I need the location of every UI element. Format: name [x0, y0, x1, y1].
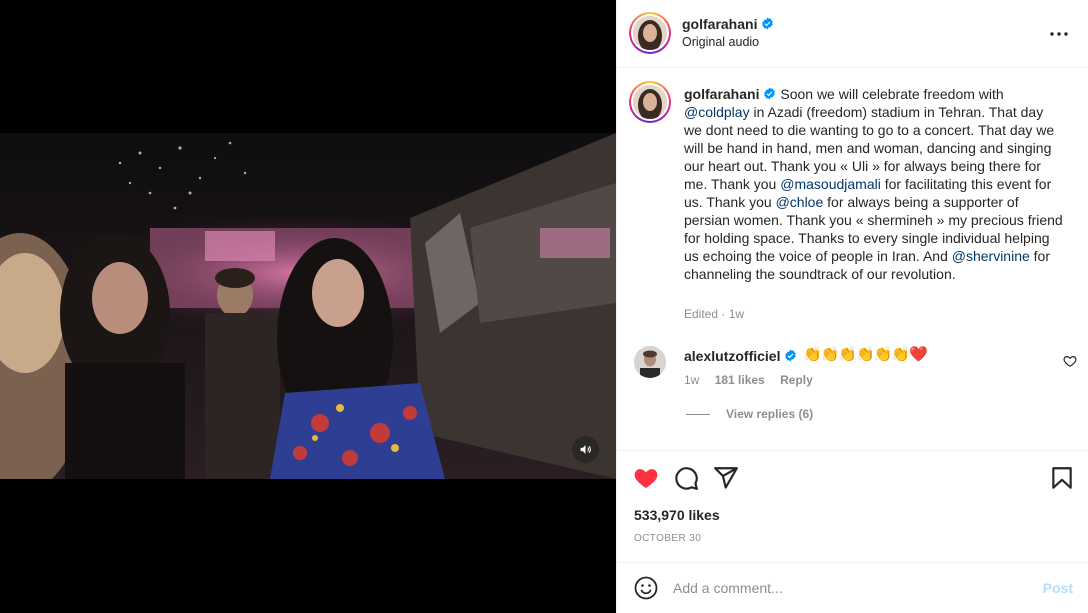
verified-badge-icon	[785, 349, 797, 362]
comment-item: alexlutzofficiel 👏👏👏👏👏👏❤️ 1w 181 likes R…	[617, 340, 1088, 430]
post-comment-button[interactable]: Post	[1043, 580, 1073, 596]
caption-timestamp[interactable]: 1w	[729, 307, 744, 321]
author-avatar[interactable]	[629, 12, 671, 54]
verified-badge-icon	[762, 17, 774, 30]
mention-link[interactable]: @shervinine	[952, 248, 1030, 264]
mention-link[interactable]: @masoudjamali	[780, 176, 881, 192]
verified-badge-icon	[764, 87, 776, 100]
caption-username[interactable]: golfarahani	[684, 86, 776, 102]
like-heart-icon[interactable]	[633, 465, 659, 491]
profile-photo-icon	[633, 85, 667, 119]
save-bookmark-icon[interactable]	[1049, 465, 1075, 491]
commenter-username-text: alexlutzofficiel	[684, 348, 781, 364]
comment-input[interactable]	[673, 577, 1023, 599]
caption-segment: Soon we will celebrate freedom with	[780, 86, 1004, 102]
comment-bubble-icon[interactable]	[673, 465, 699, 491]
likes-count[interactable]: 533,970 likes	[634, 507, 720, 523]
reply-button[interactable]: Reply	[780, 373, 813, 387]
comment-timestamp[interactable]: 1w	[684, 373, 699, 387]
comment-text: 👏👏👏👏👏👏❤️	[803, 346, 928, 363]
post-actions: 533,970 likes OCTOBER 30	[617, 450, 1088, 562]
caption-author-avatar[interactable]	[629, 81, 671, 123]
commenter-username[interactable]: alexlutzofficiel	[684, 348, 797, 364]
comment-meta: 1w 181 likes Reply	[684, 373, 825, 387]
view-replies-label: View replies (6)	[726, 407, 814, 421]
mention-link[interactable]: @chloe	[776, 194, 824, 210]
speaker-icon	[580, 445, 591, 454]
comment-likes-link[interactable]: 181 likes	[715, 373, 765, 387]
more-options-button[interactable]	[1047, 22, 1071, 46]
video-frame	[0, 133, 616, 479]
post-details-panel: golfarahani Original audio golfarahani S…	[616, 0, 1088, 613]
author-username-text: golfarahani	[682, 16, 758, 32]
original-audio-link[interactable]: Original audio	[682, 35, 759, 49]
edited-label: Edited	[684, 307, 719, 321]
comment-like-heart-icon[interactable]	[1063, 354, 1077, 368]
media-pane	[0, 0, 616, 613]
profile-photo-icon	[634, 346, 666, 378]
commenter-avatar[interactable]	[634, 346, 666, 378]
separator-dot: ·	[721, 307, 726, 321]
post-date[interactable]: OCTOBER 30	[634, 533, 701, 544]
caption-meta: Edited · 1w	[684, 307, 744, 321]
emoji-smiley-icon[interactable]	[634, 576, 658, 600]
replies-divider-line	[686, 414, 710, 416]
post-header: golfarahani Original audio	[617, 0, 1088, 68]
view-replies-button[interactable]: View replies (6)	[686, 407, 813, 421]
more-dots-icon	[1050, 32, 1068, 36]
mute-toggle-button[interactable]	[572, 436, 599, 463]
mention-link[interactable]: @coldplay	[684, 104, 750, 120]
reel-video[interactable]	[0, 133, 616, 479]
add-comment-bar: Post	[617, 562, 1088, 613]
caption-username-text: golfarahani	[684, 86, 760, 102]
author-username[interactable]: golfarahani	[682, 16, 774, 32]
caption-text: golfarahani Soon we will celebrate freed…	[684, 85, 1064, 283]
profile-photo-icon	[633, 16, 667, 50]
share-send-icon[interactable]	[713, 465, 739, 491]
